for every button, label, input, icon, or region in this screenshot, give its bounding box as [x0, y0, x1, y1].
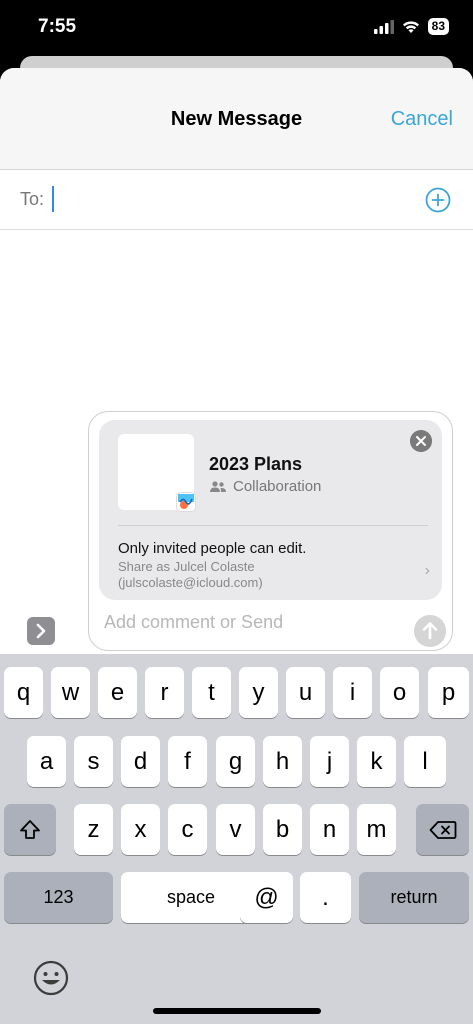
key-r[interactable]: r — [145, 667, 184, 718]
key-w[interactable]: w — [51, 667, 90, 718]
to-label: To: — [20, 189, 45, 209]
key-x[interactable]: x — [121, 804, 160, 855]
key-k[interactable]: k — [357, 736, 396, 787]
comment-input[interactable] — [104, 612, 384, 633]
key-c[interactable]: c — [168, 804, 207, 855]
key-a[interactable]: a — [27, 736, 66, 787]
key-u[interactable]: u — [286, 667, 325, 718]
add-contact-icon[interactable] — [425, 187, 451, 213]
key-t[interactable]: t — [192, 667, 231, 718]
cancel-button[interactable]: Cancel — [391, 108, 453, 131]
key-g[interactable]: g — [216, 736, 255, 787]
key-p[interactable]: p — [428, 667, 469, 718]
key-z[interactable]: z — [74, 804, 113, 855]
delete-key[interactable] — [416, 804, 469, 855]
key-e[interactable]: e — [98, 667, 137, 718]
home-indicator — [153, 1008, 321, 1014]
key-d[interactable]: d — [121, 736, 160, 787]
card-subtitle: Collaboration — [209, 478, 321, 495]
status-time: 7:55 — [38, 16, 77, 37]
keyboard: q w e r t y u i o p a s d f g h j k l z … — [0, 654, 473, 1024]
status-indicators: 83 — [373, 18, 449, 35]
key-v[interactable]: v — [216, 804, 255, 855]
message-compose-bubble: 2023 Plans Collaboration Only invited pe… — [88, 411, 453, 651]
card-divider — [118, 525, 428, 526]
key-h[interactable]: h — [263, 736, 302, 787]
numbers-key[interactable]: 123 — [4, 872, 113, 923]
collaboration-card[interactable]: 2023 Plans Collaboration Only invited pe… — [99, 420, 442, 600]
people-icon — [210, 480, 226, 492]
shift-icon — [20, 819, 40, 839]
sheet-header: New Message Cancel — [0, 68, 473, 170]
chevron-right-icon[interactable]: › — [425, 562, 430, 580]
card-title: 2023 Plans — [209, 454, 303, 474]
status-bar: 7:55 83 — [0, 0, 473, 56]
card-subtitle-label: Collaboration — [233, 478, 322, 495]
at-key[interactable]: @ — [240, 872, 293, 923]
key-q[interactable]: q — [4, 667, 43, 718]
wifi-icon — [402, 20, 419, 33]
send-arrow-icon[interactable] — [414, 615, 446, 647]
key-f[interactable]: f — [168, 736, 207, 787]
key-j[interactable]: j — [310, 736, 349, 787]
key-y[interactable]: y — [239, 667, 278, 718]
apps-chevron-icon[interactable] — [27, 617, 55, 645]
period-key[interactable]: . — [300, 872, 351, 923]
permission-text: Only invited people can edit. — [118, 540, 307, 557]
document-thumbnail — [118, 434, 196, 512]
share-as-email: (julscolaste@icloud.com) — [118, 575, 263, 590]
key-o[interactable]: o — [380, 667, 419, 718]
freeform-app-icon — [176, 492, 196, 512]
close-icon[interactable] — [410, 430, 432, 452]
to-field-row[interactable]: To: — [0, 170, 473, 230]
share-as-name: Share as Julcel Colaste — [118, 559, 255, 574]
delete-icon — [429, 820, 456, 839]
key-m[interactable]: m — [357, 804, 396, 855]
emoji-icon[interactable] — [31, 958, 71, 998]
text-cursor — [52, 186, 54, 212]
signal-icon — [373, 19, 394, 34]
key-n[interactable]: n — [310, 804, 349, 855]
key-s[interactable]: s — [74, 736, 113, 787]
key-i[interactable]: i — [333, 667, 372, 718]
key-b[interactable]: b — [263, 804, 302, 855]
key-l[interactable]: l — [404, 736, 446, 787]
shift-key[interactable] — [4, 804, 56, 855]
share-as-text: Share as Julcel Colaste (julscolaste@icl… — [118, 559, 263, 591]
return-key[interactable]: return — [359, 872, 469, 923]
battery-indicator: 83 — [427, 18, 449, 35]
